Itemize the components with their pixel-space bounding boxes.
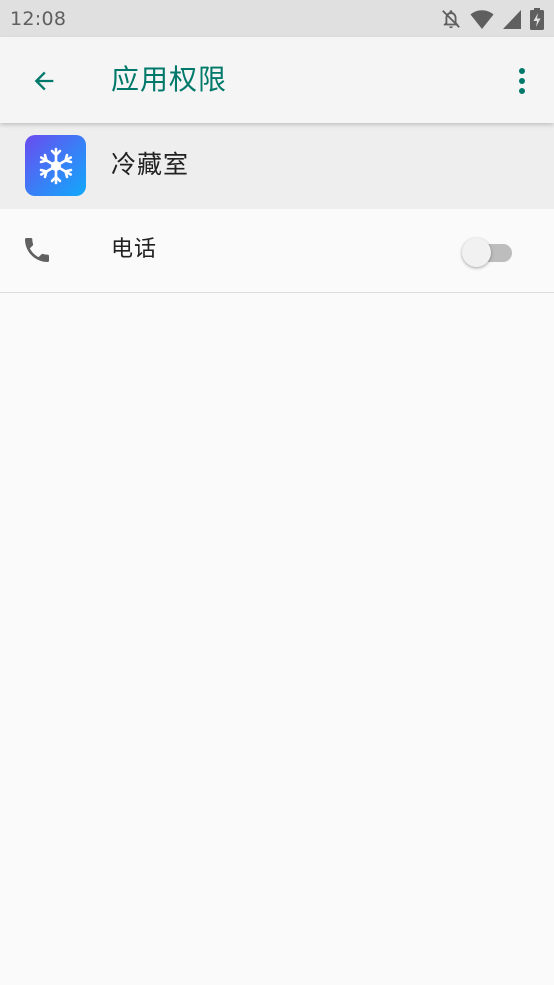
battery-charging-icon <box>530 8 544 30</box>
phone-permission-toggle[interactable] <box>462 236 514 267</box>
more-options-button[interactable] <box>510 63 534 99</box>
app-icon <box>25 135 86 196</box>
wifi-icon <box>470 10 494 30</box>
status-time: 12:08 <box>10 8 67 30</box>
status-icons <box>432 7 544 31</box>
permission-row-phone[interactable]: 电话 <box>0 209 554 293</box>
cell-signal-icon <box>503 10 521 29</box>
back-button[interactable] <box>28 65 60 97</box>
status-bar: 12:08 <box>0 0 554 37</box>
snowflake-icon <box>39 147 72 184</box>
notifications-off-icon <box>442 10 460 29</box>
app-header: 冷藏室 <box>0 123 554 209</box>
page-title: 应用权限 <box>111 63 228 96</box>
more-vert-icon <box>519 68 525 94</box>
app-bar: 应用权限 <box>0 37 554 123</box>
toggle-thumb <box>462 238 491 267</box>
arrow-back-icon <box>34 71 54 91</box>
app-permissions-screen: 12:08 应用权限 冷藏室 电话 <box>0 0 554 985</box>
permission-label: 电话 <box>111 237 158 262</box>
app-name: 冷藏室 <box>111 150 190 179</box>
phone-icon <box>25 238 49 262</box>
